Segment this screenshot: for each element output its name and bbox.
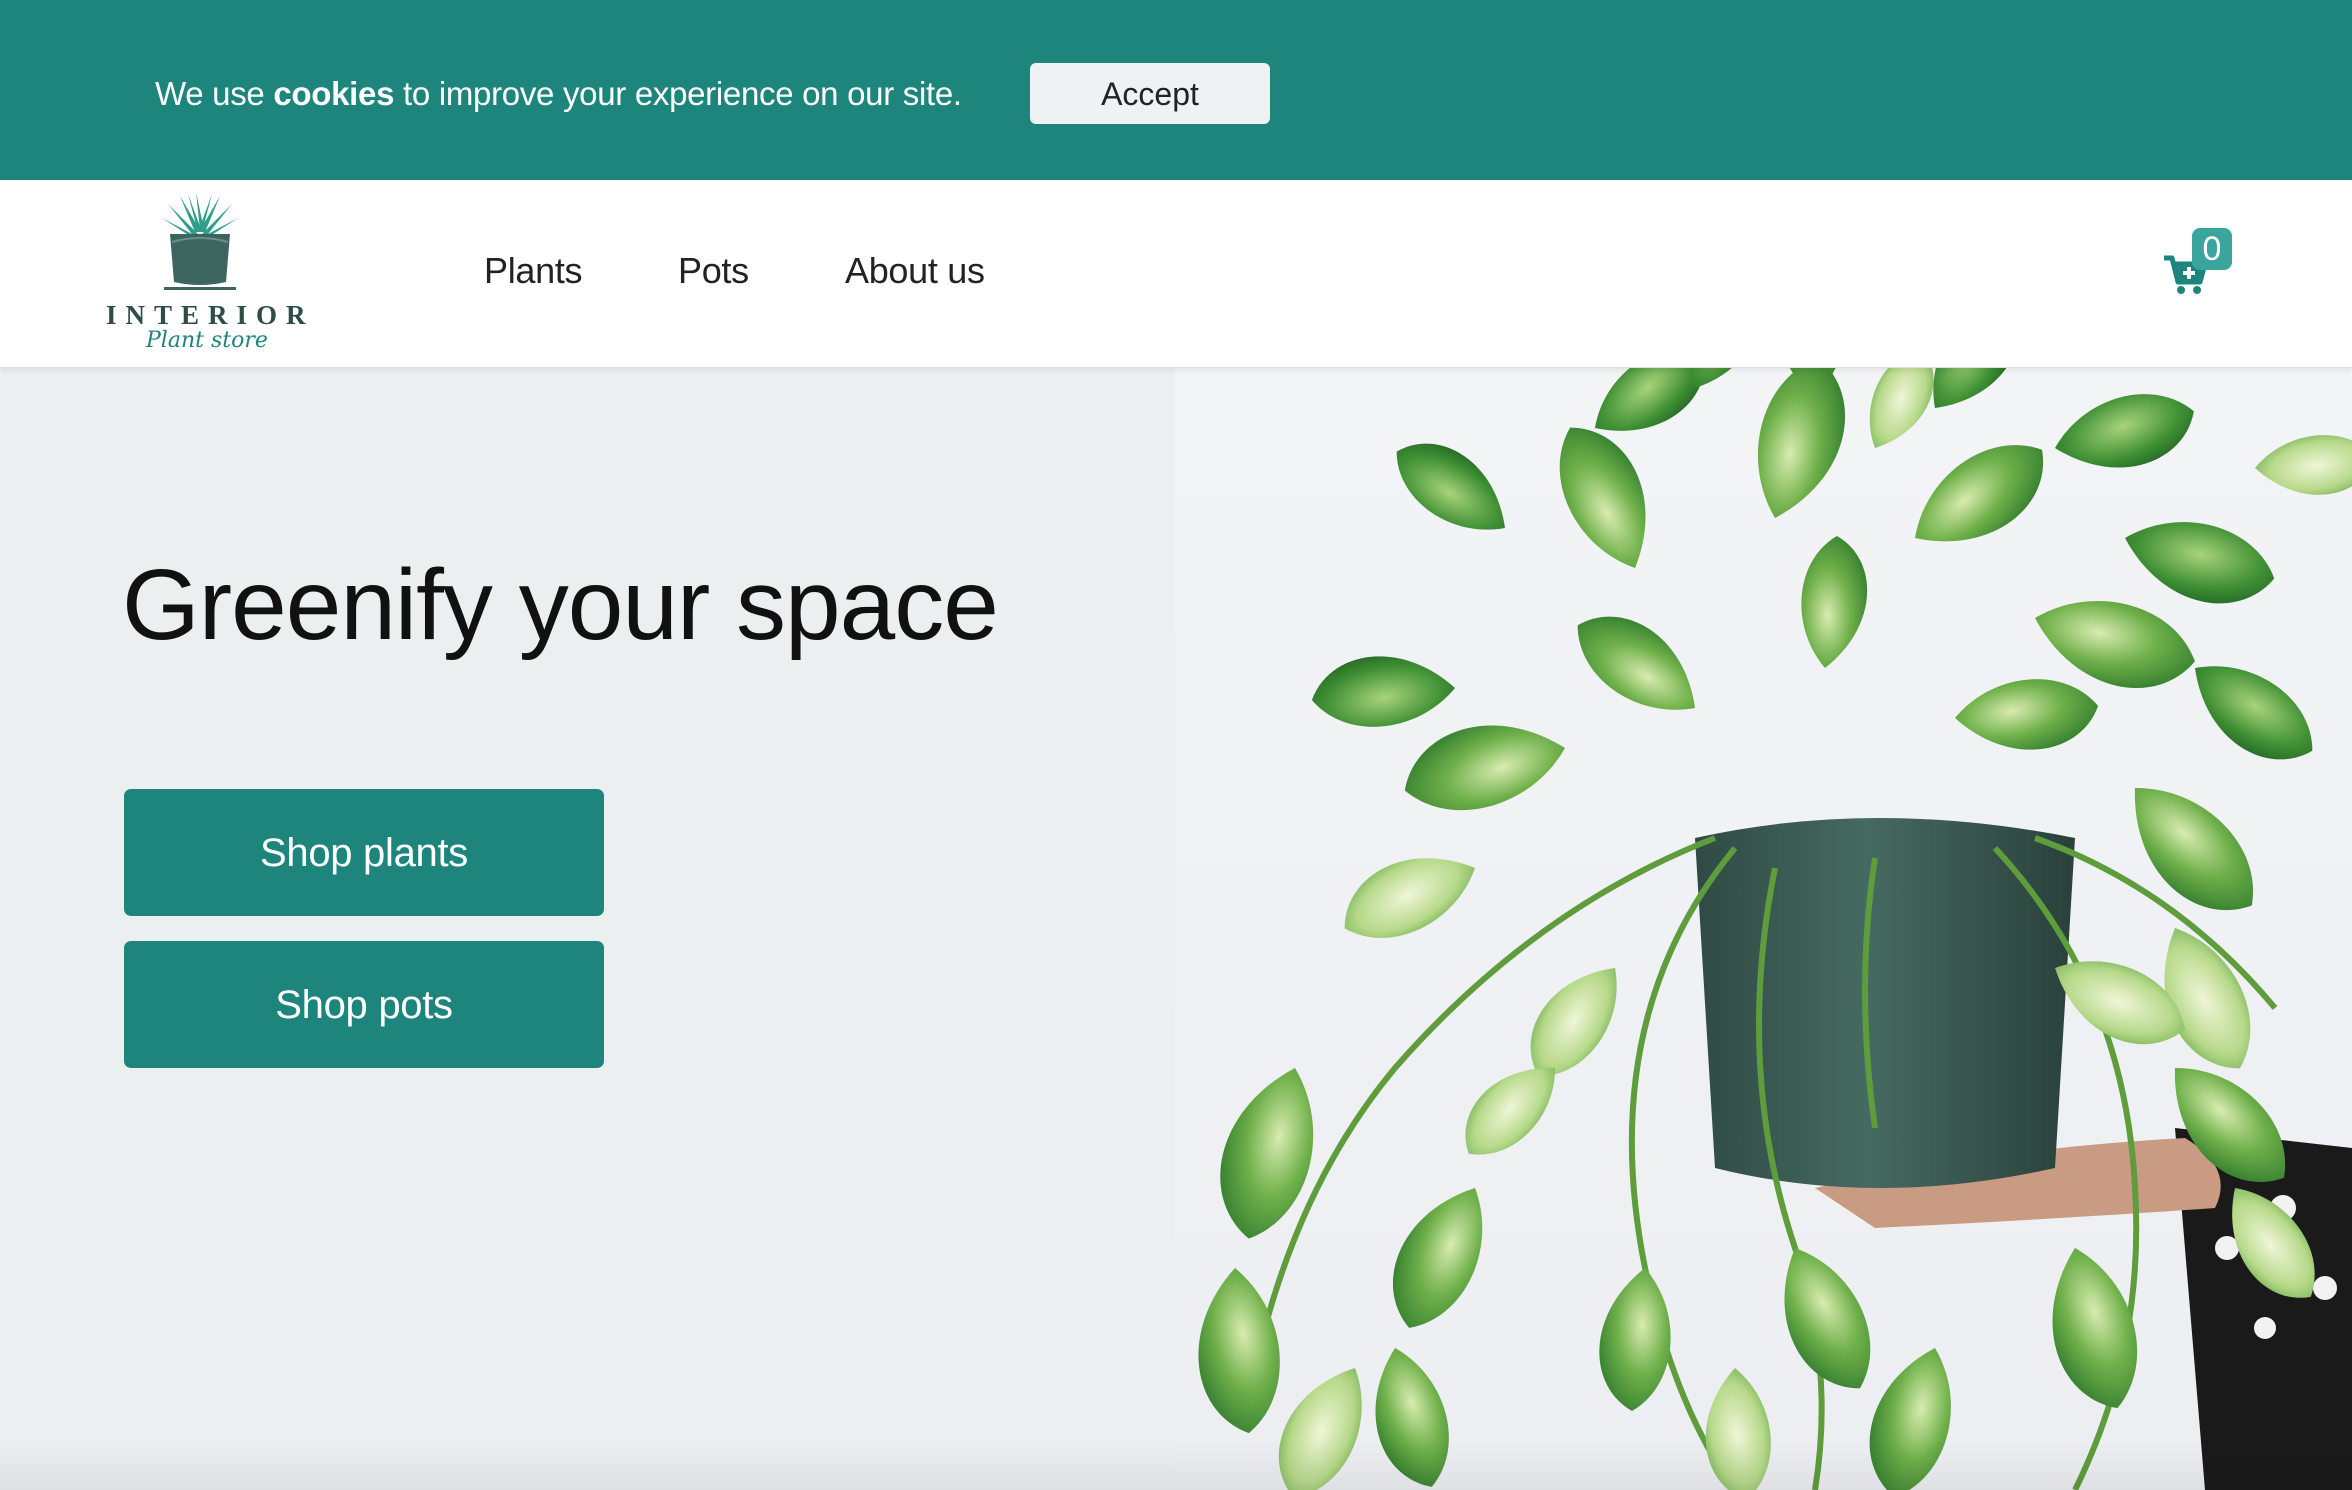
accept-cookies-button[interactable]: Accept	[1030, 63, 1270, 124]
cookie-message-end: to improve your experience on our site.	[394, 75, 962, 112]
plant-pot-logo-icon	[162, 192, 238, 290]
nav-about-link[interactable]: About us	[845, 250, 985, 292]
logo-tagline: Plant store	[146, 328, 268, 353]
cookie-banner: We use cookies to improve your experienc…	[0, 0, 2352, 180]
cart-button[interactable]: 0	[2158, 228, 2238, 298]
site-header: INTERIOR Plant store Plants Pots About u…	[0, 180, 2352, 368]
logo-name: INTERIOR	[106, 300, 315, 330]
cookie-message-bold: cookies	[273, 75, 395, 112]
cookie-message-start: We use	[155, 75, 274, 112]
nav-plants-link[interactable]: Plants	[484, 250, 583, 292]
hero-section: Greenify your space Shop plants Shop pot…	[0, 368, 1175, 1490]
cookie-message: We use cookies to improve your experienc…	[155, 72, 962, 116]
hero-title: Greenify your space	[122, 549, 999, 661]
shop-plants-button[interactable]: Shop plants	[124, 789, 604, 916]
hero-plant-image	[1175, 368, 2352, 1490]
pothos-plant-illustration	[1183, 368, 2352, 1490]
cart-count-badge: 0	[2192, 228, 2232, 270]
shop-pots-button[interactable]: Shop pots	[124, 941, 604, 1068]
store-logo[interactable]: INTERIOR Plant store	[100, 190, 306, 360]
nav-pots-link[interactable]: Pots	[678, 250, 749, 292]
